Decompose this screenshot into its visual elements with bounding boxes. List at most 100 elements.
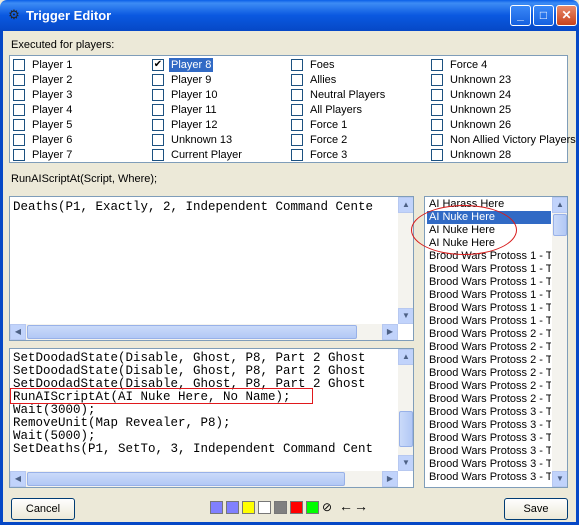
checkbox[interactable] — [291, 74, 303, 86]
no-color-icon[interactable]: ⊘ — [322, 500, 332, 514]
scroll-down-icon[interactable]: ▼ — [398, 455, 413, 471]
arrow-left-icon[interactable]: ← — [339, 498, 353, 514]
scroll-down-icon[interactable]: ▼ — [552, 471, 567, 487]
player-label: Player 10 — [171, 89, 218, 101]
color-swatch[interactable] — [290, 501, 303, 514]
script-list-item[interactable]: Brood Wars Protoss 1 - To — [427, 276, 551, 289]
checkbox[interactable] — [291, 149, 303, 161]
color-swatch[interactable] — [210, 501, 223, 514]
checkbox[interactable] — [13, 59, 25, 71]
script-list-item[interactable]: Brood Wars Protoss 3 - To — [427, 406, 551, 419]
color-swatch[interactable] — [258, 501, 271, 514]
script-list-item[interactable]: Brood Wars Protoss 1 - To — [427, 289, 551, 302]
checkbox[interactable] — [291, 89, 303, 101]
save-button[interactable]: Save — [504, 498, 568, 520]
checkbox[interactable] — [431, 119, 443, 131]
script-list-item[interactable]: Brood Wars Protoss 3 - To — [427, 419, 551, 432]
checkbox[interactable] — [13, 104, 25, 116]
script-list-item[interactable]: Brood Wars Protoss 3 - To — [427, 445, 551, 458]
action-signature: RunAIScriptAt(Script, Where); — [11, 173, 158, 185]
conditions-hscroll[interactable]: ◀ ▶ — [10, 324, 398, 340]
scroll-up-icon[interactable]: ▲ — [398, 349, 413, 365]
checkbox[interactable] — [13, 119, 25, 131]
player-label: Player 4 — [32, 104, 73, 116]
color-swatch[interactable] — [226, 501, 239, 514]
script-list-item[interactable]: Brood Wars Protoss 2 - To — [427, 380, 551, 393]
checkbox[interactable] — [152, 134, 164, 146]
scroll-up-icon[interactable]: ▲ — [552, 197, 567, 213]
player-label: Player 9 — [171, 74, 212, 86]
player-label: Player 11 — [171, 104, 217, 116]
checkbox[interactable] — [291, 119, 303, 131]
minimize-icon[interactable]: _ — [510, 5, 531, 26]
conditions-vscroll[interactable]: ▲ ▼ — [398, 197, 413, 324]
title-bar[interactable]: ⚙ Trigger Editor _ □ ✕ — [0, 0, 579, 31]
script-list-item[interactable]: Brood Wars Protoss 2 - To — [427, 354, 551, 367]
script-list-item[interactable]: Brood Wars Protoss 3 - To — [427, 432, 551, 445]
script-list-item[interactable]: Brood Wars Protoss 1 - To — [427, 315, 551, 328]
checkbox[interactable] — [291, 59, 303, 71]
scroll-right-icon[interactable]: ▶ — [382, 324, 398, 340]
player-label: Non Allied Victory Players — [450, 134, 576, 146]
scroll-thumb[interactable] — [399, 411, 413, 447]
player-label: Unknown 13 — [171, 134, 233, 146]
actions-hscroll[interactable]: ◀ ▶ — [10, 471, 398, 487]
checkbox[interactable] — [431, 104, 443, 116]
script-list-vscroll[interactable]: ▲ ▼ — [552, 197, 567, 487]
player-label: All Players — [310, 104, 362, 116]
script-list-item[interactable]: Brood Wars Protoss 1 - To — [427, 302, 551, 315]
checkbox[interactable] — [291, 104, 303, 116]
script-list-item[interactable]: Brood Wars Protoss 2 - To — [427, 367, 551, 380]
script-list-item[interactable]: Brood Wars Protoss 2 - To — [427, 393, 551, 406]
actions-editor[interactable]: SetDoodadState(Disable, Ghost, P8, Part … — [9, 348, 414, 488]
player-label: Unknown 25 — [450, 104, 512, 116]
color-swatch[interactable] — [306, 501, 319, 514]
cancel-button[interactable]: Cancel — [11, 498, 75, 520]
script-list-item[interactable]: Brood Wars Protoss 3 - To — [427, 458, 551, 471]
checkbox[interactable] — [431, 59, 443, 71]
checkbox[interactable] — [431, 134, 443, 146]
checkbox[interactable] — [13, 149, 25, 161]
maximize-icon[interactable]: □ — [533, 5, 554, 26]
color-swatch[interactable] — [242, 501, 255, 514]
checkbox[interactable] — [431, 74, 443, 86]
script-list-item[interactable]: Brood Wars Protoss 1 - To — [427, 263, 551, 276]
script-list-item[interactable]: Brood Wars Protoss 2 - To — [427, 328, 551, 341]
player-label: Force 4 — [450, 59, 488, 71]
scroll-up-icon[interactable]: ▲ — [398, 197, 413, 213]
checkbox[interactable] — [13, 89, 25, 101]
checkbox[interactable] — [431, 89, 443, 101]
script-list-item[interactable]: Brood Wars Protoss 2 - To — [427, 341, 551, 354]
close-icon[interactable]: ✕ — [556, 5, 577, 26]
scroll-thumb[interactable] — [27, 472, 345, 486]
checkbox[interactable] — [291, 134, 303, 146]
checkbox[interactable] — [152, 119, 164, 131]
window-title: Trigger Editor — [26, 8, 112, 23]
arrow-right-icon[interactable]: → — [354, 498, 368, 514]
checkbox[interactable] — [431, 149, 443, 161]
scroll-left-icon[interactable]: ◀ — [10, 324, 26, 340]
player-label: Player 12 — [171, 119, 218, 131]
player-label: Unknown 26 — [450, 119, 512, 131]
scroll-right-icon[interactable]: ▶ — [382, 471, 398, 487]
checkbox[interactable] — [13, 74, 25, 86]
scroll-thumb[interactable] — [553, 214, 567, 236]
checkbox[interactable] — [13, 134, 25, 146]
color-swatch[interactable] — [274, 501, 287, 514]
checkbox[interactable] — [152, 149, 164, 161]
checkbox[interactable] — [152, 104, 164, 116]
action-line: SetDeaths(P1, SetTo, 3, Independent Comm… — [13, 442, 374, 456]
conditions-editor[interactable]: Deaths(P1, Exactly, 2, Independent Comma… — [9, 196, 414, 341]
player-label: Force 1 — [310, 119, 348, 131]
checkbox[interactable] — [152, 89, 164, 101]
checkbox[interactable]: ✔ — [152, 59, 164, 71]
script-list-item[interactable]: Brood Wars Protoss 3 - To — [427, 471, 551, 484]
players-label: Executed for players: — [11, 39, 115, 51]
player-label: Player 6 — [32, 134, 73, 146]
actions-vscroll[interactable]: ▲ ▼ — [398, 349, 413, 471]
scroll-thumb[interactable] — [27, 325, 357, 339]
scroll-down-icon[interactable]: ▼ — [398, 308, 413, 324]
gear-icon: ⚙ — [8, 7, 20, 22]
scroll-left-icon[interactable]: ◀ — [10, 471, 26, 487]
checkbox[interactable] — [152, 74, 164, 86]
